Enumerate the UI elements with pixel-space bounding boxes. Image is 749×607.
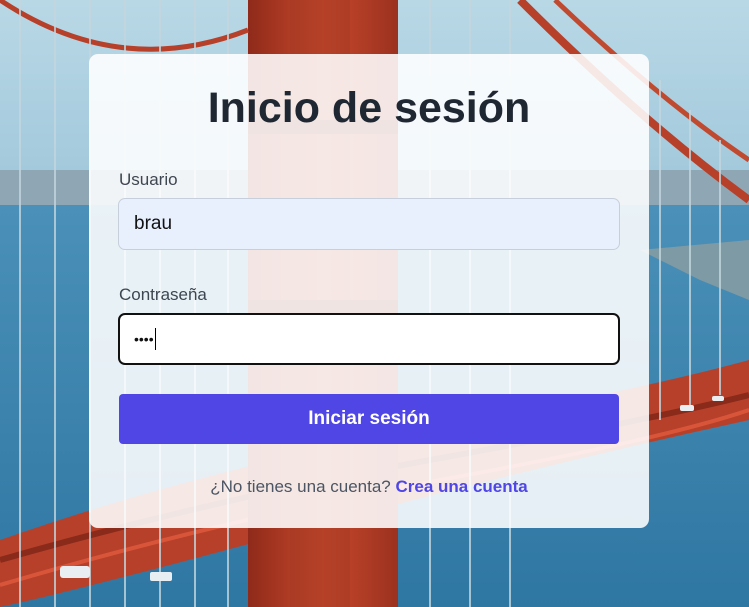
password-value-wrap: •••• (134, 315, 156, 363)
create-account-link[interactable]: Crea una cuenta (395, 477, 527, 496)
password-label: Contraseña (119, 285, 207, 304)
signup-prompt-row: ¿No tienes una cuenta? Crea una cuenta (89, 477, 649, 497)
login-card: Inicio de sesión Usuario brau Contraseña… (89, 54, 649, 528)
password-masked-value: •••• (134, 331, 154, 347)
username-label: Usuario (119, 170, 178, 189)
username-input[interactable]: brau (118, 198, 620, 250)
password-input[interactable]: •••• (118, 313, 620, 365)
username-value: brau (134, 213, 173, 234)
login-submit-button[interactable]: Iniciar sesión (119, 394, 619, 444)
text-caret (154, 328, 156, 350)
page-title: Inicio de sesión (207, 84, 531, 132)
signup-prompt-text: ¿No tienes una cuenta? (210, 477, 391, 496)
